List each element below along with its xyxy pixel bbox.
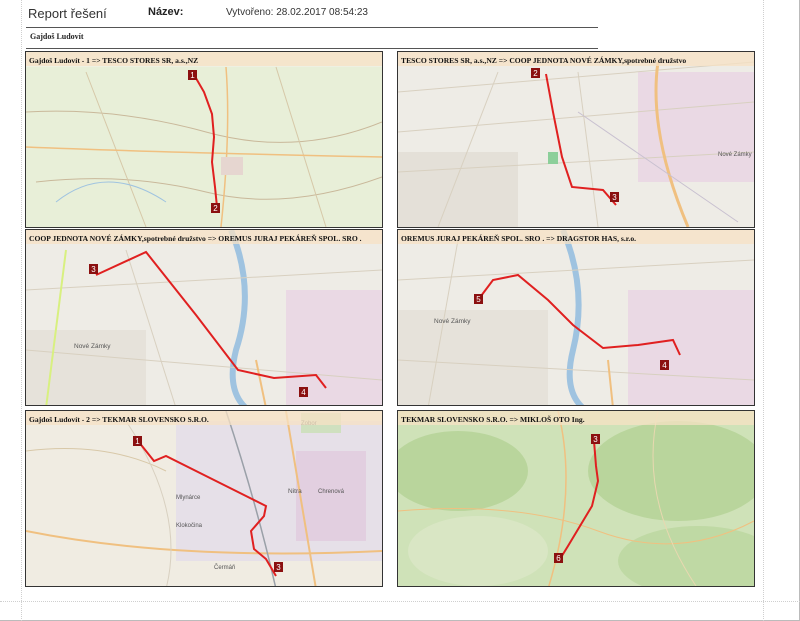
margin-guide — [763, 0, 764, 621]
svg-text:Nové Zámky: Nové Zámky — [434, 318, 471, 325]
map-image: 1 2 — [26, 52, 382, 227]
svg-text:1: 1 — [135, 437, 140, 446]
svg-text:4: 4 — [301, 388, 306, 397]
route-map-panel: 5 4 Nové Zámky OREMUS JURAJ PEKÁREŇ SPOL… — [397, 229, 755, 406]
route-caption: COOP JEDNOTA NOVÉ ZÁMKY,spotrebné družst… — [29, 234, 362, 243]
route-start-marker: 5 — [474, 294, 483, 304]
route-caption: Gajdoš Ludovít - 2 => TEKMAR SLOVENSKO S… — [29, 415, 209, 424]
route-start-marker: 1 — [133, 436, 142, 446]
map-image: 1 3 Zobor Nitra Chrenová Mlynárce Klokoč… — [26, 411, 382, 586]
svg-text:6: 6 — [556, 554, 561, 563]
report-title: Report řešení — [28, 6, 107, 21]
created-timestamp: Vytvořeno: 28.02.2017 08:54:23 — [226, 7, 368, 18]
header-rule — [26, 27, 598, 28]
route-caption: Gajdoš Ludovít - 1 => TESCO STORES SR, a… — [29, 56, 199, 65]
svg-text:Nové Zámky: Nové Zámky — [74, 343, 111, 350]
svg-text:Mlynárce: Mlynárce — [176, 495, 201, 501]
svg-text:5: 5 — [476, 295, 481, 304]
route-end-marker: 4 — [660, 360, 669, 370]
svg-text:4: 4 — [662, 361, 667, 370]
route-end-marker: 3 — [610, 192, 619, 202]
route-map-panel: 3 6 TEKMAR SLOVENSKO S.R.O. => MIKLOŠ OT… — [397, 410, 755, 587]
map-image: 2 3 Nové Zámky — [398, 52, 754, 227]
svg-text:3: 3 — [612, 193, 617, 202]
map-image: 3 4 Nové Zámky — [26, 230, 382, 405]
svg-text:Nové Zámky: Nové Zámky — [718, 152, 752, 158]
svg-text:2: 2 — [533, 69, 538, 78]
svg-text:Nitra: Nitra — [288, 488, 302, 495]
route-end-marker: 4 — [299, 387, 308, 397]
svg-text:Chrenová: Chrenová — [318, 489, 345, 495]
route-end-marker: 2 — [211, 203, 220, 213]
route-caption: OREMUS JURAJ PEKÁREŇ SPOL. SRO . => DRAG… — [401, 234, 637, 243]
route-end-marker: 3 — [274, 562, 283, 572]
route-start-marker: 2 — [531, 68, 540, 78]
route-caption: TESCO STORES SR, a.s.,NZ => COOP JEDNOTA… — [401, 56, 687, 65]
svg-text:2: 2 — [213, 204, 218, 213]
route-map-panel: 2 3 Nové Zámky TESCO STORES SR, a.s.,NZ … — [397, 51, 755, 228]
route-start-marker: 3 — [591, 434, 600, 444]
route-end-marker: 6 — [554, 553, 563, 563]
map-image: 5 4 Nové Zámky — [398, 230, 754, 405]
margin-guide — [21, 0, 22, 621]
route-start-marker: 3 — [89, 264, 98, 274]
map-image: 3 6 — [398, 411, 754, 586]
route-map-panel: 1 2 Gajdoš Ludovít - 1 => TESCO STORES S… — [25, 51, 383, 228]
margin-guide — [0, 601, 800, 602]
driver-name: Gajdoš Ludovít — [30, 32, 84, 41]
route-caption: TEKMAR SLOVENSKO S.R.O. => MIKLOŠ OTO In… — [401, 415, 585, 424]
route-map-panel: 3 4 Nové Zámky COOP JEDNOTA NOVÉ ZÁMKY,s… — [25, 229, 383, 406]
svg-text:Čermáň: Čermáň — [214, 564, 235, 571]
svg-text:3: 3 — [593, 435, 598, 444]
route-map-panel: 1 3 Zobor Nitra Chrenová Mlynárce Klokoč… — [25, 410, 383, 587]
svg-text:3: 3 — [91, 265, 96, 274]
name-label: Název: — [148, 6, 184, 18]
svg-text:1: 1 — [190, 71, 195, 80]
header-rule — [26, 48, 598, 49]
svg-text:3: 3 — [276, 563, 281, 572]
svg-text:Klokočina: Klokočina — [176, 523, 203, 529]
route-start-marker: 1 — [188, 70, 197, 80]
